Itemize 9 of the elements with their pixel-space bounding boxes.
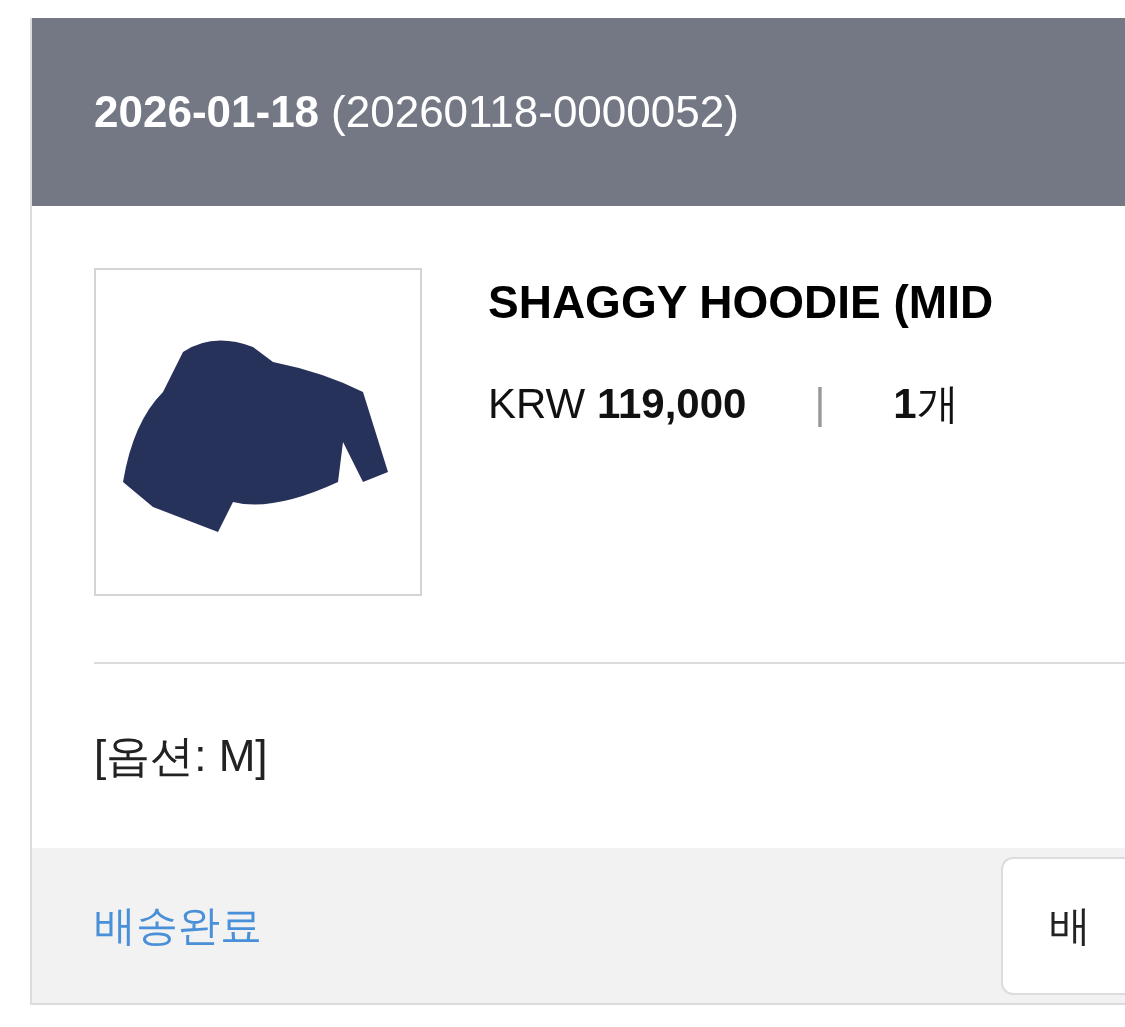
delivery-status: 배송완료 — [94, 901, 262, 951]
product-price: KRW 119,000 — [488, 378, 747, 429]
delivery-button[interactable]: 배 — [1001, 856, 1125, 995]
order-date: 2026-01-18 — [94, 86, 320, 138]
separator: | — [814, 378, 826, 429]
product-name: SHAGGY HOODIE (MID — [488, 275, 994, 330]
product-quantity: 1개 — [893, 378, 959, 429]
product-option: [옵션: M] — [94, 723, 268, 789]
order-number: (20260118-0000052) — [331, 86, 739, 138]
